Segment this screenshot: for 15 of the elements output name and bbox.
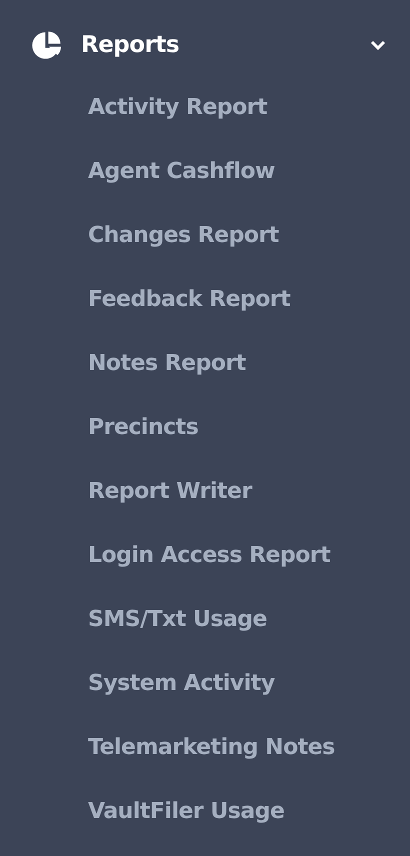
menu-item[interactable]: Login Access Report (88, 524, 330, 588)
menu-item[interactable]: Telemarketing Notes (88, 716, 335, 780)
menu-item[interactable]: Activity Report (88, 76, 268, 140)
section-title: Reports (81, 32, 180, 58)
menu-item[interactable]: Precincts (88, 396, 198, 460)
menu-item[interactable]: Changes Report (88, 204, 279, 268)
menu-item[interactable]: System Activity (88, 652, 275, 716)
menu-item[interactable]: Notes Report (88, 332, 246, 396)
menu-item[interactable]: VaultFiler Usage (88, 780, 284, 844)
menu-item[interactable]: Feedback Report (88, 268, 290, 332)
pie-chart-icon (32, 30, 61, 60)
reports-menu-header[interactable]: Reports (0, 26, 410, 64)
menu-item[interactable]: SMS/Txt Usage (88, 588, 267, 652)
menu-item[interactable]: Agent Cashflow (88, 140, 275, 204)
menu-item[interactable]: Report Writer (88, 460, 252, 524)
